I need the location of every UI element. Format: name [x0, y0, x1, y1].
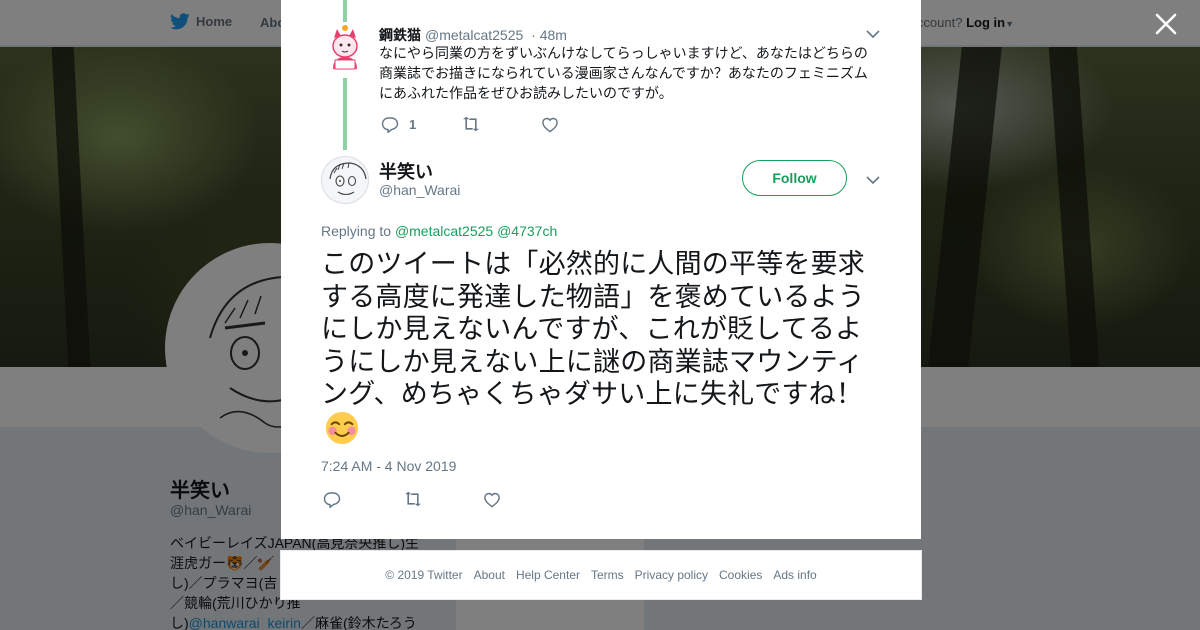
- replying-to-line: Replying to @metalcat2525 @4737ch: [321, 223, 557, 239]
- reply-tweet-time[interactable]: · 48m: [531, 27, 567, 43]
- heart-icon: [484, 492, 500, 508]
- reply-author-avatar[interactable]: [325, 24, 365, 72]
- main-author-handle[interactable]: @han_Warai: [379, 182, 460, 198]
- reply-tweet-header: 鋼鉄猫 @metalcat2525 · 48m: [379, 25, 567, 45]
- reply-icon: [323, 492, 341, 508]
- tweet-permalink-modal: 鋼鉄猫 @metalcat2525 · 48m なにやら同業の方をずいぶんけなして…: [281, 0, 921, 539]
- reply-count: 1: [409, 116, 417, 132]
- footer-link-terms[interactable]: Terms: [591, 568, 624, 582]
- reply-icon: [381, 117, 399, 133]
- modal-footer: © 2019 Twitter About Help Center Terms P…: [280, 550, 922, 600]
- close-icon[interactable]: [1154, 12, 1178, 36]
- chevron-down-icon[interactable]: [866, 175, 880, 185]
- thread-connector-line: [343, 0, 347, 22]
- main-tweet-body: このツイートは「必然的に人間の平等を要求する高度に発達した物語」を褒めているよう…: [321, 249, 865, 409]
- reply-author-name[interactable]: 鋼鉄猫: [379, 27, 421, 43]
- tweet-timestamp[interactable]: 7:24 AM - 4 Nov 2019: [321, 458, 456, 474]
- avatar-drawing: [329, 162, 367, 196]
- reply-tweet-text: なにやら同業の方をずいぶんけなしてらっしゃいますけど、あなたはどちらの商業誌でお…: [379, 45, 868, 101]
- replying-to-mentions[interactable]: @metalcat2525 @4737ch: [395, 223, 557, 239]
- thread-connector-line: [343, 78, 347, 150]
- retweet-action[interactable]: [403, 491, 483, 507]
- footer-link-privacy[interactable]: Privacy policy: [635, 568, 708, 582]
- reply-tweet-actions: 1: [381, 115, 569, 133]
- footer-links: © 2019 Twitter About Help Center Terms P…: [281, 551, 921, 582]
- main-tweet-text: このツイートは「必然的に人間の平等を要求する高度に発達した物語」を褒めているよう…: [321, 248, 889, 446]
- smiling-blushing-face-icon: [325, 411, 359, 444]
- heart-icon: [542, 117, 558, 133]
- reply-author-handle[interactable]: @metalcat2525: [425, 27, 523, 43]
- retweet-icon: [405, 491, 421, 507]
- follow-button[interactable]: Follow: [742, 160, 847, 196]
- retweet-icon: [463, 116, 479, 132]
- footer-link-ads-info[interactable]: Ads info: [773, 568, 816, 582]
- replying-to-label: Replying to: [321, 223, 392, 239]
- main-author-avatar[interactable]: [321, 156, 369, 204]
- like-action[interactable]: [541, 116, 569, 133]
- footer-link-help-center[interactable]: Help Center: [516, 568, 580, 582]
- reply-action[interactable]: 1: [381, 115, 461, 133]
- chevron-down-icon[interactable]: [866, 29, 880, 39]
- footer-link-cookies[interactable]: Cookies: [719, 568, 762, 582]
- reply-action[interactable]: [323, 490, 403, 508]
- main-tweet-actions: [323, 490, 501, 508]
- main-author-name[interactable]: 半笑い: [379, 158, 433, 184]
- like-action[interactable]: [483, 491, 501, 508]
- footer-copyright: © 2019 Twitter: [385, 568, 463, 582]
- retweet-action[interactable]: [461, 116, 541, 132]
- footer-link-about[interactable]: About: [474, 568, 505, 582]
